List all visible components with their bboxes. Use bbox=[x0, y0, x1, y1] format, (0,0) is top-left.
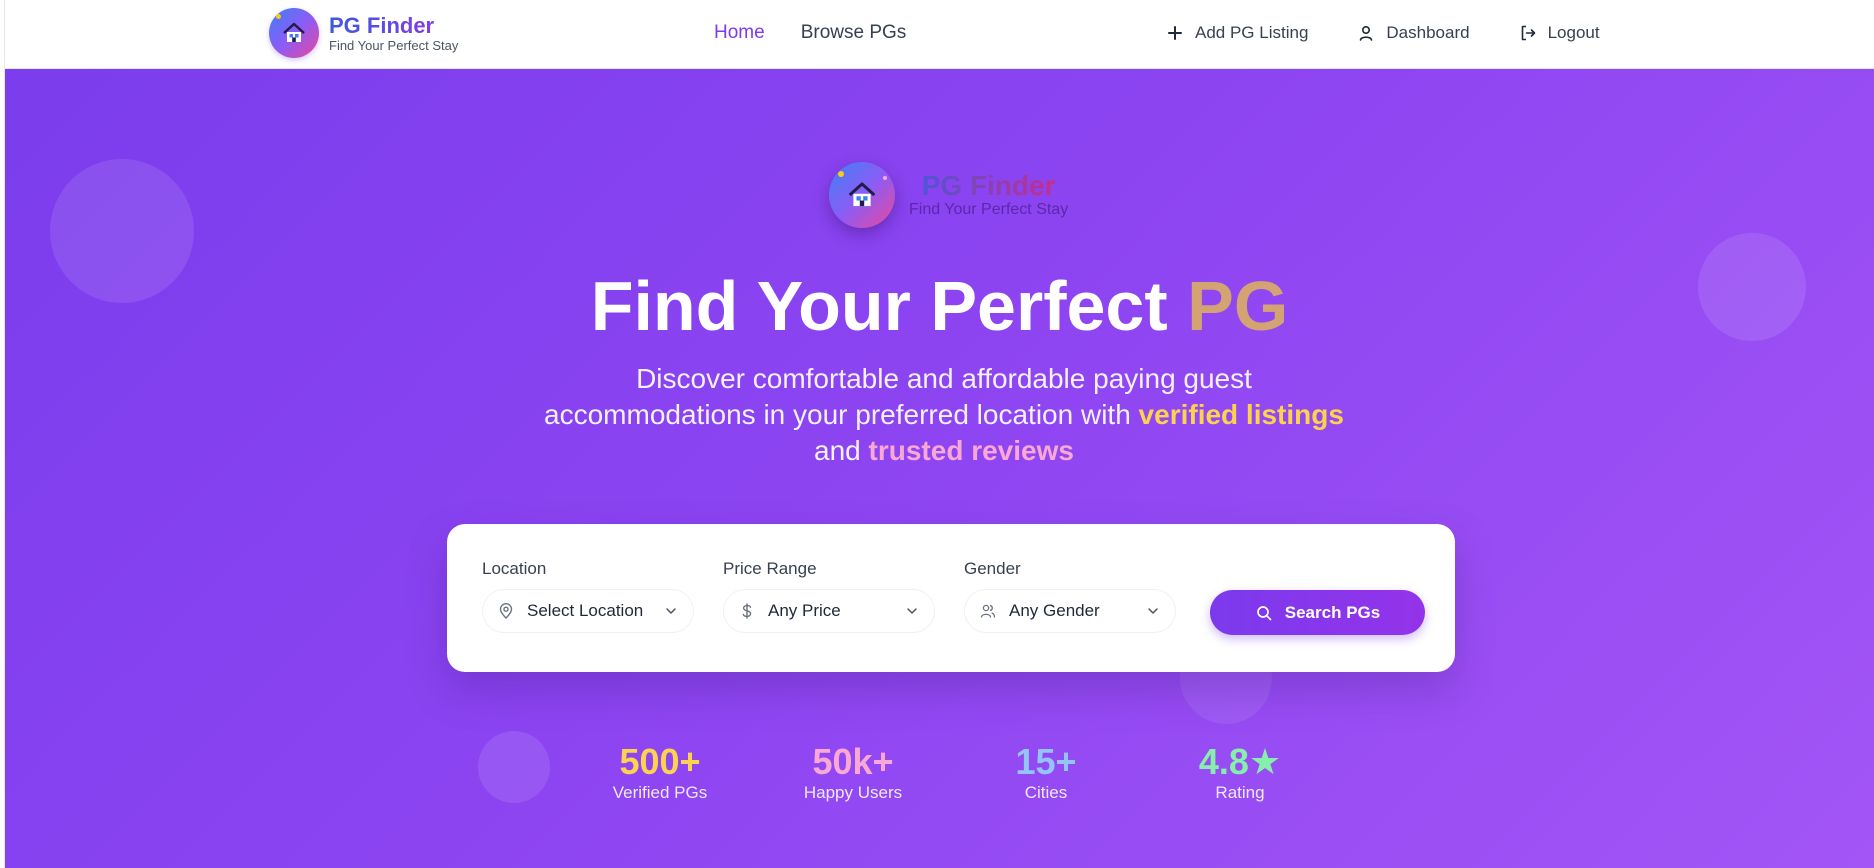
price-range-select-value: Any Price bbox=[768, 601, 841, 620]
stat-value: 500+ bbox=[619, 741, 701, 782]
users-icon bbox=[980, 604, 996, 618]
house-logo-icon bbox=[269, 8, 319, 58]
price-range-field: Price Range Any Price bbox=[723, 559, 935, 633]
hero-section: PG Finder Find Your Perfect Stay Find Yo… bbox=[5, 69, 1874, 868]
chevron-down-icon bbox=[907, 608, 917, 614]
hero-title: Find Your Perfect PG bbox=[5, 264, 1874, 348]
price-range-select[interactable]: Any Price bbox=[723, 589, 935, 633]
hero-brand-name: PG Finder bbox=[909, 171, 1068, 201]
verified-listings-highlight: verified listings bbox=[1138, 399, 1344, 430]
user-icon bbox=[1360, 25, 1373, 41]
house-logo-icon bbox=[829, 162, 895, 228]
location-select[interactable]: Select Location bbox=[482, 589, 694, 633]
search-pgs-button[interactable]: Search PGs bbox=[1210, 590, 1425, 635]
logout-button[interactable]: Logout bbox=[1518, 21, 1600, 45]
stat-rating: 4.8★ Rating bbox=[1165, 742, 1315, 804]
location-field: Location Select Location bbox=[482, 559, 694, 633]
search-icon bbox=[1256, 605, 1272, 620]
stat-value: 4.8★ bbox=[1198, 741, 1282, 782]
dashboard-label: Dashboard bbox=[1386, 23, 1470, 42]
window-edge bbox=[0, 0, 5, 868]
search-card: Location Select Location Price Range Any… bbox=[447, 524, 1455, 672]
brand-logo-link[interactable]: PG Finder Find Your Perfect Stay bbox=[269, 8, 458, 58]
nav-link-home[interactable]: Home bbox=[714, 21, 765, 45]
stat-label: Rating bbox=[1215, 783, 1265, 802]
price-range-label: Price Range bbox=[723, 559, 817, 578]
top-navbar: PG Finder Find Your Perfect Stay Home Br… bbox=[5, 0, 1874, 69]
gender-field: Gender Any Gender bbox=[964, 559, 1176, 633]
stat-verified-pgs: 500+ Verified PGs bbox=[585, 742, 735, 804]
stat-label: Happy Users bbox=[803, 783, 903, 802]
search-pgs-label: Search PGs bbox=[1284, 602, 1381, 622]
stat-label: Verified PGs bbox=[612, 783, 708, 802]
nav-link-browse-pgs[interactable]: Browse PGs bbox=[801, 21, 907, 45]
hero-subtitle-connector: and bbox=[814, 435, 869, 466]
hero-title-main: Find Your Perfect bbox=[590, 267, 1188, 345]
stat-happy-users: 50k+ Happy Users bbox=[778, 742, 928, 804]
dollar-icon bbox=[742, 603, 752, 619]
stat-label: Cities bbox=[1024, 783, 1068, 802]
trusted-reviews-highlight: trusted reviews bbox=[868, 435, 1074, 466]
decorative-bubble bbox=[478, 731, 550, 803]
dashboard-button[interactable]: Dashboard bbox=[1356, 21, 1470, 45]
add-pg-listing-label: Add PG Listing bbox=[1195, 23, 1309, 42]
logout-icon bbox=[1521, 25, 1535, 41]
brand-name: PG Finder bbox=[329, 13, 458, 38]
hero-brand-tagline: Find Your Perfect Stay bbox=[909, 201, 1069, 218]
location-pin-icon bbox=[499, 603, 513, 619]
gender-label: Gender bbox=[964, 559, 1021, 578]
gender-select-value: Any Gender bbox=[1009, 601, 1100, 620]
gender-select[interactable]: Any Gender bbox=[964, 589, 1176, 633]
location-label: Location bbox=[482, 559, 547, 578]
hero-brand-logo: PG Finder Find Your Perfect Stay bbox=[829, 162, 1068, 228]
stat-value: 50k+ bbox=[812, 741, 894, 782]
location-select-value: Select Location bbox=[527, 601, 644, 620]
hero-title-accent: PG bbox=[1187, 267, 1289, 345]
nav-actions: Add PG Listing Dashboard Logout bbox=[1165, 21, 1600, 45]
chevron-down-icon bbox=[666, 608, 676, 614]
logout-label: Logout bbox=[1547, 23, 1600, 42]
plus-icon bbox=[1168, 26, 1182, 40]
hero-subtitle: Discover comfortable and affordable payi… bbox=[539, 361, 1349, 469]
brand-tagline: Find Your Perfect Stay bbox=[329, 37, 459, 53]
chevron-down-icon bbox=[1148, 608, 1158, 614]
stat-value: 15+ bbox=[1015, 741, 1077, 782]
primary-nav: Home Browse PGs bbox=[714, 21, 906, 45]
add-pg-listing-button[interactable]: Add PG Listing bbox=[1165, 21, 1308, 45]
stat-cities: 15+ Cities bbox=[971, 742, 1121, 804]
